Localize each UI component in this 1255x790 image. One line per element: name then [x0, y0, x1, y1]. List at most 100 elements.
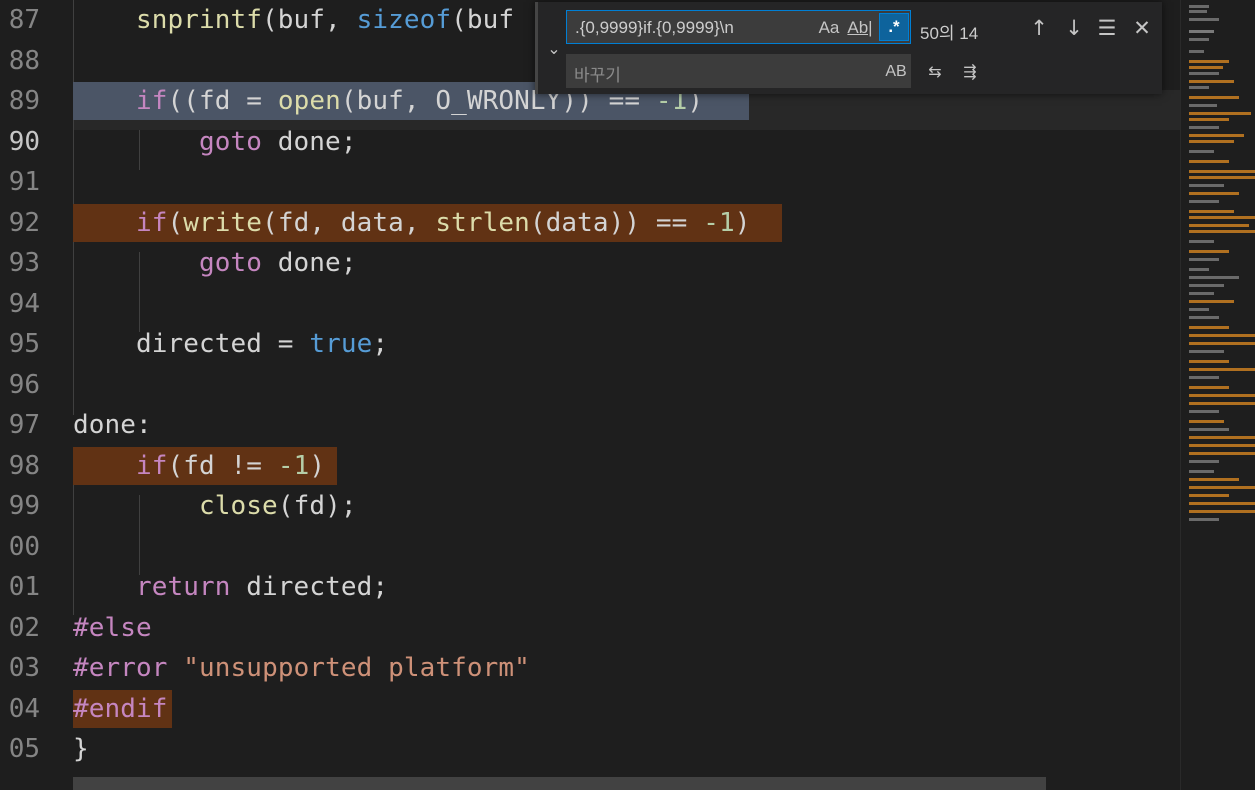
minimap-line	[1189, 334, 1255, 337]
minimap-line	[1189, 30, 1214, 33]
line-number: 99	[8, 491, 40, 521]
whole-word-toggle[interactable]: Ab|	[847, 16, 873, 40]
minimap-line	[1189, 176, 1255, 179]
regex-toggle[interactable]: .*	[879, 13, 909, 41]
minimap-line	[1189, 10, 1207, 13]
minimap-line	[1189, 192, 1239, 195]
minimap-line	[1189, 150, 1214, 153]
replace-input[interactable]: 바꾸기 AB	[566, 54, 911, 88]
horizontal-scrollbar[interactable]	[73, 777, 1046, 790]
code-text: snprintf(buf, sizeof(buf	[136, 5, 515, 35]
minimap-line	[1189, 350, 1224, 353]
find-input[interactable]: .{0,9999}if.{0,9999}\n Aa Ab| .*	[566, 10, 911, 44]
close-icon[interactable]: ✕	[1128, 14, 1156, 42]
minimap-line	[1189, 258, 1219, 261]
minimap-line	[1189, 126, 1219, 129]
code-text: directed = true;	[73, 329, 389, 359]
minimap-line	[1189, 96, 1239, 99]
line-number: 03	[8, 653, 40, 683]
minimap-line	[1189, 224, 1249, 227]
code-line[interactable]: 99 close(fd);	[0, 486, 1180, 527]
code-line[interactable]: 01 return directed;	[0, 567, 1180, 608]
line-number: 01	[8, 572, 40, 602]
minimap-line	[1189, 38, 1209, 41]
replace-all-icon[interactable]: ⇶	[956, 58, 984, 86]
code-line[interactable]: 00	[0, 527, 1180, 568]
replace-icon[interactable]: ⇆	[921, 58, 949, 86]
preserve-case-toggle[interactable]: AB	[881, 60, 911, 84]
line-number: 97	[8, 410, 40, 440]
line-number: 88	[8, 45, 40, 76]
previous-match-arrow-up-icon[interactable]: ↑	[1025, 14, 1053, 42]
code-text: }	[73, 734, 89, 764]
minimap-line	[1189, 308, 1209, 311]
code-line[interactable]: 03 #error "unsupported platform"	[0, 648, 1180, 689]
code-line[interactable]: 95 directed = true;	[0, 324, 1180, 365]
line-number: 93	[8, 248, 40, 278]
line-number: 00	[8, 531, 40, 562]
minimap-line	[1189, 316, 1219, 319]
code-text: goto done;	[199, 248, 357, 278]
line-number: 87	[8, 5, 40, 35]
minimap-line	[1189, 184, 1224, 187]
minimap-line	[1189, 494, 1229, 497]
line-number: 98	[8, 450, 40, 481]
find-in-selection-icon[interactable]: ☰	[1093, 14, 1121, 42]
minimap-line	[1189, 376, 1219, 379]
code-line[interactable]: 96	[0, 365, 1180, 406]
code-line[interactable]: 90 goto done;	[0, 122, 1180, 163]
minimap-line	[1189, 50, 1204, 53]
line-number: 94	[8, 288, 40, 319]
code-line[interactable]: 97 done:	[0, 405, 1180, 446]
code-line[interactable]: 04 #endif	[0, 689, 1180, 730]
code-text: #else	[73, 612, 152, 643]
minimap-line	[1189, 230, 1255, 233]
code-line[interactable]: 98 if(fd != -1)	[0, 446, 1180, 487]
next-match-arrow-down-icon[interactable]: ↓	[1060, 14, 1088, 42]
minimap-line	[1189, 216, 1255, 219]
code-line[interactable]: 02 #else	[0, 608, 1180, 649]
minimap-line	[1189, 170, 1255, 173]
minimap-line	[1189, 104, 1217, 107]
minimap-line	[1189, 300, 1234, 303]
line-number: 89	[8, 86, 40, 116]
minimap-line	[1189, 200, 1219, 203]
code-line[interactable]: 05}	[0, 729, 1180, 770]
code-editor[interactable]: 87 snprintf(buf, sizeof(buf 88 89 if((fd =…	[0, 0, 1180, 790]
code-line[interactable]: 93 goto done;	[0, 243, 1180, 284]
minimap-line	[1189, 118, 1229, 121]
minimap-line	[1189, 386, 1229, 389]
minimap-line	[1189, 502, 1255, 505]
line-number: 05	[8, 734, 40, 764]
minimap-line	[1189, 86, 1209, 89]
minimap-line	[1189, 140, 1234, 143]
minimap-line	[1189, 518, 1219, 521]
minimap-line	[1189, 326, 1229, 329]
minimap-line	[1189, 80, 1234, 83]
minimap-line	[1189, 292, 1214, 295]
minimap-line	[1189, 410, 1219, 413]
minimap-line	[1189, 428, 1229, 431]
minimap-line	[1189, 510, 1255, 513]
minimap-line	[1189, 276, 1239, 279]
minimap-line	[1189, 284, 1224, 287]
code-text: return directed;	[136, 572, 389, 602]
code-line[interactable]: 94	[0, 284, 1180, 325]
minimap[interactable]	[1180, 0, 1255, 790]
code-text: #error "unsupported platform"	[73, 653, 530, 683]
code-text: goto done;	[199, 126, 357, 157]
code-line[interactable]: 91	[0, 162, 1180, 203]
minimap-line	[1189, 268, 1209, 271]
line-number: 96	[8, 369, 40, 400]
minimap-line	[1189, 452, 1255, 455]
code-line[interactable]: 92 if(write(fd, data, strlen(data)) == -…	[0, 203, 1180, 244]
minimap-line	[1189, 460, 1219, 463]
minimap-line	[1189, 5, 1209, 8]
minimap-line	[1189, 402, 1255, 405]
minimap-line	[1189, 436, 1255, 439]
find-input-value: .{0,9999}if.{0,9999}\n	[575, 18, 734, 37]
match-case-toggle[interactable]: Aa	[817, 16, 841, 40]
code-text: if(fd != -1)	[136, 450, 326, 481]
minimap-line	[1189, 18, 1219, 21]
toggle-replace-chevron-icon[interactable]: ⌄	[544, 38, 564, 60]
